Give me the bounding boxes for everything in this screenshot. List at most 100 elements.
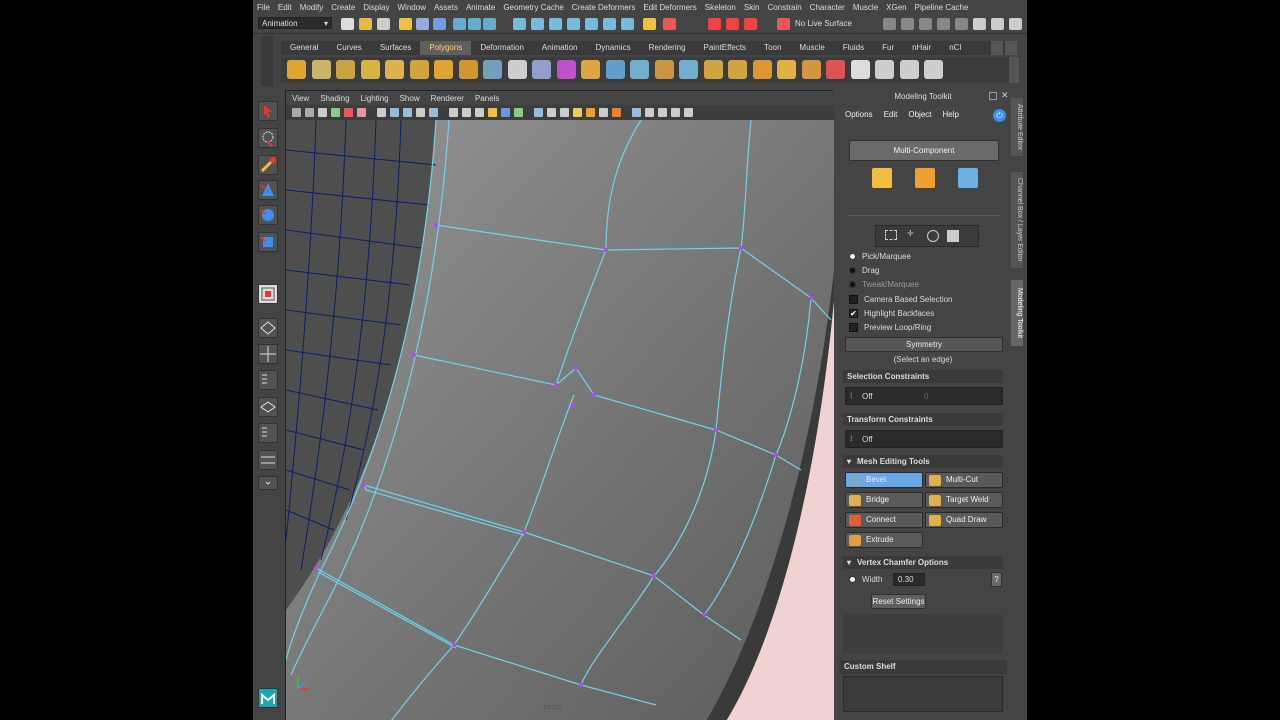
quad-draw-button[interactable]: Quad Draw [925,512,1003,528]
maya-logo-icon[interactable] [258,688,278,708]
tweak-marquee-option[interactable]: Tweak/Marquee [849,280,919,289]
menu-xgen[interactable]: XGen [886,3,906,12]
bevel-button[interactable]: Bevel [845,472,923,488]
shelf-tool-icon[interactable] [801,60,821,79]
toolkit-menu-help[interactable]: Help [943,110,959,119]
viewport-tool-icon[interactable] [318,108,327,117]
shelf-tool-icon[interactable] [899,60,919,79]
viewport-tool-icon[interactable] [377,108,386,117]
shelf-tab-general[interactable]: General [281,41,327,55]
viewport-tool-icon[interactable] [462,108,471,117]
viewport-tool-icon[interactable] [560,108,569,117]
transform-constraint-dropdown[interactable]: ⁝ Off [845,430,1003,448]
highlight-backfaces-checkbox[interactable]: ✔ Highlight Backfaces [849,309,934,318]
viewport-tool-icon[interactable] [403,108,412,117]
show-manipulator-icon[interactable] [258,284,278,304]
shelf-tab-muscle[interactable]: Muscle [790,41,833,55]
multi-cut-button[interactable]: Multi-Cut [925,472,1003,488]
snap-grid-icon[interactable] [453,18,466,30]
shelf-scroll-left-icon[interactable] [991,41,1003,55]
scale-tool-icon[interactable] [258,232,278,252]
paint-icon[interactable] [947,230,959,242]
viewport-tool-icon[interactable] [632,108,641,117]
layout-menu-icon[interactable] [258,476,278,490]
shelf-menu-icon[interactable] [1005,41,1017,55]
four-pane-layout-icon[interactable] [258,344,278,364]
snap-point-icon[interactable] [483,18,496,30]
target-weld-button[interactable]: Target Weld [925,492,1003,508]
magnet-icon[interactable] [744,18,757,30]
transform-constraints-header[interactable]: Transform Constraints [843,413,1003,426]
viewport-tool-icon[interactable] [671,108,680,117]
menu-modify[interactable]: Modify [300,3,324,12]
hypershade-layout-icon[interactable] [258,423,278,443]
shelf-scrollbar[interactable] [1009,57,1019,83]
shelf-tab-deformation[interactable]: Deformation [471,41,533,55]
shelf-tab-rendering[interactable]: Rendering [640,41,695,55]
modeling-toolkit-tab[interactable]: Modeling Toolkit [1011,280,1023,346]
output-settings-icon[interactable] [937,18,950,30]
shelf-tab-animation[interactable]: Animation [533,41,587,55]
live-surface-icon[interactable] [777,18,790,30]
viewport-menu-panels[interactable]: Panels [475,94,499,103]
soft-select-icon[interactable] [708,18,721,30]
shelf-tool-icon[interactable] [679,60,698,79]
menu-create[interactable]: Create [331,3,355,12]
mesh-editing-tools-header[interactable]: ▾ Mesh Editing Tools [843,455,1003,468]
shelf-tool-icon[interactable] [385,60,404,79]
channel-box-tab[interactable]: Channel Box / Layer Editor [1011,172,1023,268]
viewport-tool-icon[interactable] [357,108,366,117]
selection-constraints-header[interactable]: Selection Constraints [843,370,1003,383]
shelf-tool-icon[interactable] [777,60,796,79]
mesh-view[interactable] [286,120,834,720]
bridge-button[interactable]: Bridge [845,492,923,508]
save-scene-icon[interactable] [377,18,390,30]
viewport-tool-icon[interactable] [599,108,608,117]
perspective-viewport[interactable]: View Shading Lighting Show Renderer Panels [285,90,834,720]
render-settings-icon[interactable] [603,18,616,30]
viewport-tool-icon[interactable] [305,108,314,117]
panel-icon-3[interactable] [1009,18,1022,30]
viewport-tool-icon[interactable] [390,108,399,117]
menu-geometry-cache[interactable]: Geometry Cache [503,3,563,12]
shelf-handle[interactable] [261,36,273,86]
menu-animate[interactable]: Animate [466,3,495,12]
panel-icon-2[interactable] [991,18,1004,30]
reflection-icon[interactable] [726,18,739,30]
viewport-tool-icon[interactable] [416,108,425,117]
shelf-tool-icon[interactable] [360,60,380,79]
lock-icon[interactable] [643,18,656,30]
shelf-tab-painteffects[interactable]: PaintEffects [695,41,756,55]
camera-icon[interactable] [883,18,896,30]
shelf-tab-polygons[interactable]: Polygons [420,41,472,55]
reset-settings-button[interactable]: Reset Settings [871,594,926,609]
symmetry-button[interactable]: Symmetry [845,337,1003,352]
ipr-render-icon[interactable] [585,18,598,30]
viewport-tool-icon[interactable] [612,108,621,117]
shelf-tool-icon[interactable] [654,60,674,79]
width-field[interactable]: 0.30 [893,573,925,586]
viewport-tool-icon[interactable] [292,108,301,117]
shelf-tab-dynamics[interactable]: Dynamics [586,41,639,55]
snap-view-icon[interactable] [513,18,526,30]
viewport-tool-icon[interactable] [684,108,693,117]
close-panel-icon[interactable]: ✕ [1001,90,1009,101]
face-mode-icon[interactable] [958,168,978,188]
shelf-tab-ncl[interactable]: nCl [940,41,970,55]
shelf-tool-icon[interactable] [752,60,772,79]
shelf-tool-icon[interactable] [409,60,429,79]
toolkit-menu-options[interactable]: Options [845,110,873,119]
menu-set-dropdown[interactable]: Animation [258,17,332,29]
custom-layout-icon[interactable] [258,450,278,470]
shelf-tool-icon[interactable] [507,60,527,79]
shelf-tool-icon[interactable] [850,60,870,79]
shelf-tab-surfaces[interactable]: Surfaces [371,41,421,55]
menu-edit[interactable]: Edit [278,3,292,12]
shelf-tool-icon[interactable] [532,60,551,79]
shelf-tab-fluids[interactable]: Fluids [834,41,873,55]
shelf-tool-icon[interactable] [605,60,625,79]
lasso-tool-icon[interactable] [258,128,278,148]
drag-icon[interactable]: ✛ [907,229,914,238]
menu-display[interactable]: Display [363,3,389,12]
select-hierarchy-icon[interactable] [399,18,412,30]
